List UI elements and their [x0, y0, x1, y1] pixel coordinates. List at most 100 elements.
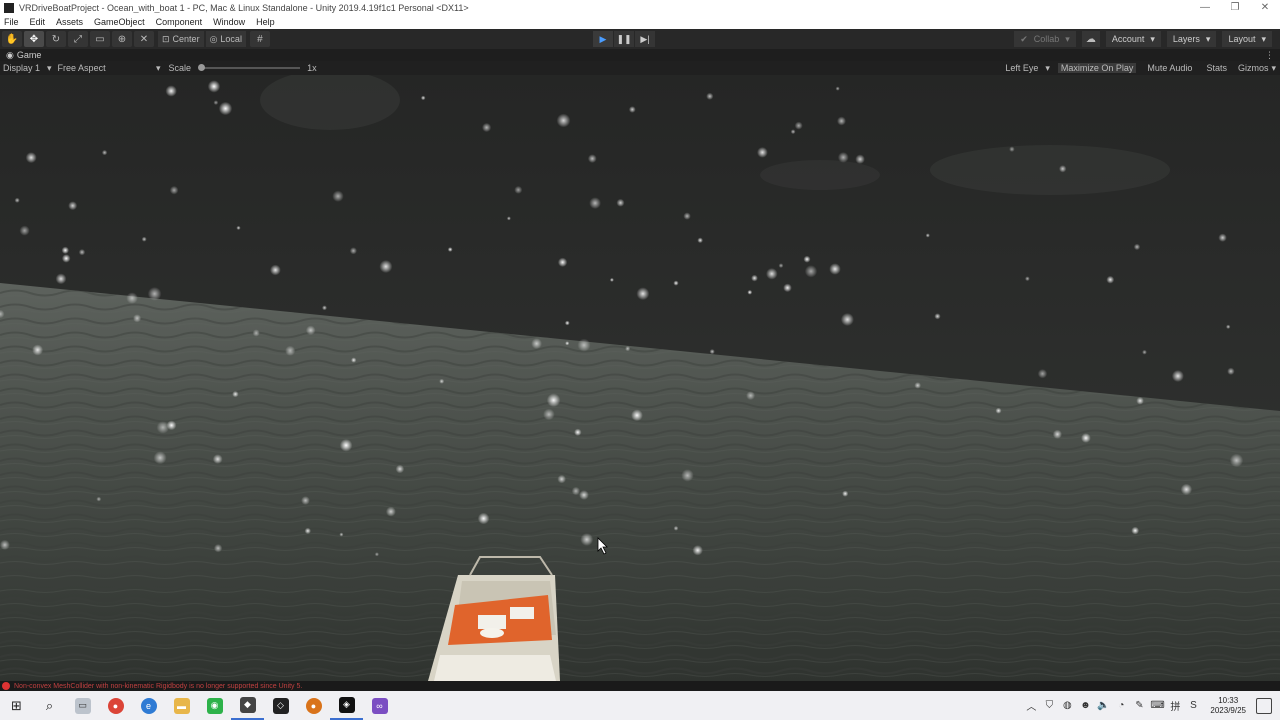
step-button[interactable]: ▶|	[635, 31, 655, 47]
snow-particle	[841, 313, 854, 326]
grid-snap-icon[interactable]: #	[250, 31, 270, 47]
menu-edit[interactable]: Edit	[30, 17, 46, 27]
display-dropdown[interactable]: Display 1 ▾	[3, 63, 52, 74]
scale-slider-knob[interactable]	[198, 64, 205, 71]
mute-audio-toggle[interactable]: Mute Audio	[1144, 63, 1195, 73]
center-icon: ⊡	[162, 34, 170, 45]
tab-game-label: Game	[17, 50, 42, 60]
menu-file[interactable]: File	[4, 17, 19, 27]
chrome-icon[interactable]: ●	[99, 691, 132, 720]
cloud-icon[interactable]: ☁	[1082, 31, 1100, 47]
snow-particle	[375, 552, 379, 556]
snow-particle	[1053, 430, 1062, 439]
notification-center-icon[interactable]	[1256, 698, 1272, 714]
wifi-icon[interactable]: ◔	[1114, 700, 1128, 711]
system-clock[interactable]: 10:33 2023/9/25	[1204, 696, 1252, 716]
chevron-up-icon[interactable]: ︿	[1024, 698, 1038, 713]
snow-particle	[305, 528, 311, 534]
search-icon[interactable]: ⌕	[33, 691, 66, 720]
console-status-bar[interactable]: Non-convex MeshCollider with non-kinemat…	[0, 681, 1280, 691]
snow-particle	[914, 382, 921, 389]
menu-component[interactable]: Component	[156, 17, 203, 27]
account-dropdown[interactable]: Account ▾	[1106, 31, 1161, 47]
pivot-local-toggle[interactable]: ◎ Local	[206, 31, 246, 47]
play-button[interactable]: ▶	[593, 31, 613, 47]
edge-icon[interactable]: e	[132, 691, 165, 720]
snow-particle	[746, 391, 755, 400]
hand-tool-icon[interactable]: ✋	[2, 31, 22, 47]
snow-particle	[514, 186, 522, 194]
layers-label: Layers	[1173, 34, 1200, 44]
display-label: Display 1	[3, 63, 40, 73]
snow-particle	[253, 329, 260, 336]
sogou-icon[interactable]: S	[1186, 700, 1200, 711]
snow-particle	[133, 314, 141, 322]
stats-toggle[interactable]: Stats	[1203, 63, 1230, 73]
maximize-button[interactable]: ❐	[1220, 2, 1250, 13]
snow-particle	[693, 545, 703, 555]
task-view-icon[interactable]: ▭	[66, 691, 99, 720]
pause-button[interactable]: ❚❚	[614, 31, 634, 47]
unity-hub-icon[interactable]: ◆	[231, 691, 264, 720]
security-shield-icon[interactable]: ⛉	[1042, 700, 1056, 711]
snow-particle	[574, 429, 581, 436]
chevron-down-icon: ▾	[1150, 34, 1155, 45]
unity-editor-icon[interactable]: ◈	[330, 691, 363, 720]
aspect-dropdown[interactable]: Free Aspect ▾	[58, 63, 161, 74]
maximize-on-play-toggle[interactable]: Maximize On Play	[1058, 63, 1137, 73]
pivot-center-toggle[interactable]: ⊡ Center	[158, 31, 204, 47]
menu-assets[interactable]: Assets	[56, 17, 83, 27]
transform-tool-icon[interactable]: ⊕	[112, 31, 132, 47]
custom-tool-icon[interactable]: ✕	[134, 31, 154, 47]
rotate-tool-icon[interactable]: ↻	[46, 31, 66, 47]
file-explorer-icon[interactable]: ▬	[165, 691, 198, 720]
layout-dropdown[interactable]: Layout ▾	[1222, 31, 1272, 47]
wechat-icon[interactable]: ◉	[198, 691, 231, 720]
visual-studio-icon[interactable]: ∞	[363, 691, 396, 720]
menu-gameobject[interactable]: GameObject	[94, 17, 145, 27]
snow-particle	[62, 247, 69, 254]
volume-icon[interactable]: 🔈	[1096, 700, 1110, 711]
toolbar-right: ✔ Collab ▾ ☁ Account ▾ Layers ▾ Layout ▾	[1014, 31, 1272, 47]
center-label: Center	[173, 34, 200, 44]
snow-particle	[1059, 165, 1066, 172]
move-tool-icon[interactable]: ✥	[24, 31, 44, 47]
menu-help[interactable]: Help	[256, 17, 275, 27]
close-button[interactable]: ✕	[1250, 2, 1280, 13]
snow-particle	[610, 278, 614, 282]
gizmos-dropdown[interactable]: Gizmos ▾	[1238, 63, 1276, 74]
user-tray-icon[interactable]: ☻	[1078, 700, 1092, 711]
snow-particle	[351, 357, 356, 362]
unity-icon[interactable]: ◇	[264, 691, 297, 720]
scale-tool-icon[interactable]: ⤢	[68, 31, 88, 47]
scale-slider[interactable]	[200, 67, 300, 69]
eye-dropdown[interactable]: Left Eye ▾	[1005, 63, 1050, 74]
menu-window[interactable]: Window	[213, 17, 245, 27]
game-viewport[interactable]	[0, 75, 1280, 681]
chevron-down-icon: ▾	[1065, 34, 1070, 45]
snow-particle	[96, 497, 101, 502]
collab-dropdown[interactable]: ✔ Collab ▾	[1014, 31, 1076, 47]
rect-tool-icon[interactable]: ▭	[90, 31, 110, 47]
recorder-icon[interactable]: ●	[297, 691, 330, 720]
app-tray-icon[interactable]: ◍	[1060, 700, 1074, 711]
snow-particle	[531, 338, 542, 349]
windows-start-icon[interactable]: ⊞	[0, 691, 33, 720]
snow-particle	[0, 540, 10, 550]
snow-particle	[629, 106, 636, 113]
tab-menu-icon[interactable]: ⋮	[1265, 50, 1274, 61]
keyboard-icon[interactable]: ⌨	[1150, 700, 1164, 711]
snow-particle	[855, 154, 865, 164]
snow-particle	[15, 198, 20, 203]
clock-time: 10:33	[1210, 696, 1246, 706]
pen-icon[interactable]: ✎	[1132, 700, 1146, 711]
tab-game[interactable]: ◉ Game	[0, 50, 41, 61]
chevron-down-icon: ▾	[1261, 34, 1266, 45]
snow-particle	[842, 491, 848, 497]
layers-dropdown[interactable]: Layers ▾	[1167, 31, 1217, 47]
system-tray: ︿ ⛉ ◍ ☻ 🔈 ◔ ✎ ⌨ 拼 S 10:33 2023/9/25	[1024, 691, 1280, 720]
snow-particle	[167, 420, 177, 430]
snow-particle	[751, 275, 758, 282]
minimize-button[interactable]: —	[1190, 2, 1220, 13]
input-method-icon[interactable]: 拼	[1168, 698, 1182, 713]
